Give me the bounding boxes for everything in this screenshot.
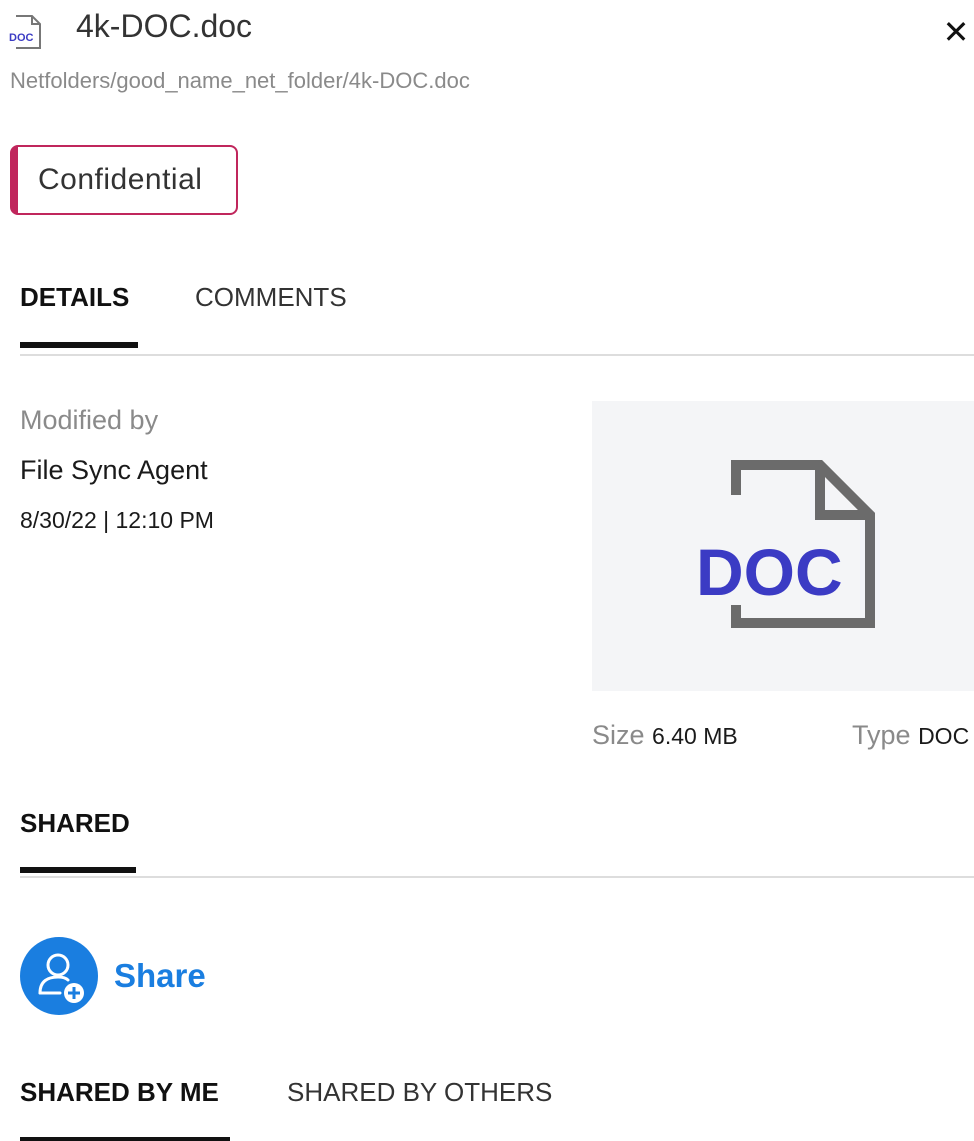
share-label: Share <box>114 957 206 994</box>
tab-shared-by-me-label: SHARED BY ME <box>20 1077 219 1107</box>
modified-by-label: Modified by <box>20 405 159 435</box>
tab-active-indicator <box>20 342 138 348</box>
modified-date: 8/30/22 | 12:10 PM <box>20 507 214 533</box>
shared-section-header: SHARED <box>20 808 974 878</box>
details-tabs: DETAILS COMMENTS <box>20 282 974 356</box>
size-label: Size <box>592 720 645 750</box>
shared-title: SHARED <box>20 808 130 838</box>
classification-badge[interactable]: Confidential <box>10 145 238 215</box>
subtab-active-indicator <box>20 1137 230 1141</box>
type-label: Type <box>852 720 911 750</box>
tab-details-label: DETAILS <box>20 282 130 312</box>
size-value: 6.40 MB <box>652 723 738 749</box>
doc-file-icon-label: DOC <box>9 32 34 44</box>
file-title: 4k-DOC.doc <box>76 8 253 44</box>
tab-shared-by-others[interactable]: SHARED BY OTHERS <box>287 1077 552 1141</box>
share-button[interactable]: Share <box>20 937 206 1015</box>
shared-tabs: SHARED BY ME SHARED BY OTHERS <box>20 1077 974 1141</box>
tab-comments-label: COMMENTS <box>195 282 347 312</box>
doc-preview-icon: DOC <box>696 460 875 628</box>
doc-file-icon: DOC <box>8 14 48 50</box>
close-button[interactable]: ✕ <box>936 12 974 52</box>
tab-shared-by-me[interactable]: SHARED BY ME <box>20 1077 230 1141</box>
file-size: Size 6.40 MB <box>592 720 738 751</box>
shared-title-indicator <box>20 867 136 873</box>
file-preview: DOC <box>592 401 974 691</box>
type-value: DOC <box>918 723 970 749</box>
modified-by-user: File Sync Agent <box>20 455 208 485</box>
tab-shared-by-others-label: SHARED BY OTHERS <box>287 1077 553 1107</box>
tab-comments[interactable]: COMMENTS <box>195 282 347 352</box>
add-user-icon <box>20 937 98 1015</box>
doc-preview-label: DOC <box>696 535 843 609</box>
file-details-panel: DOC 4k-DOC.doc ✕ Netfolders/good_name_ne… <box>0 0 974 1141</box>
file-path: Netfolders/good_name_net_folder/4k-DOC.d… <box>10 68 470 93</box>
file-type: Type DOC <box>852 720 969 751</box>
tab-details[interactable]: DETAILS <box>20 282 138 352</box>
